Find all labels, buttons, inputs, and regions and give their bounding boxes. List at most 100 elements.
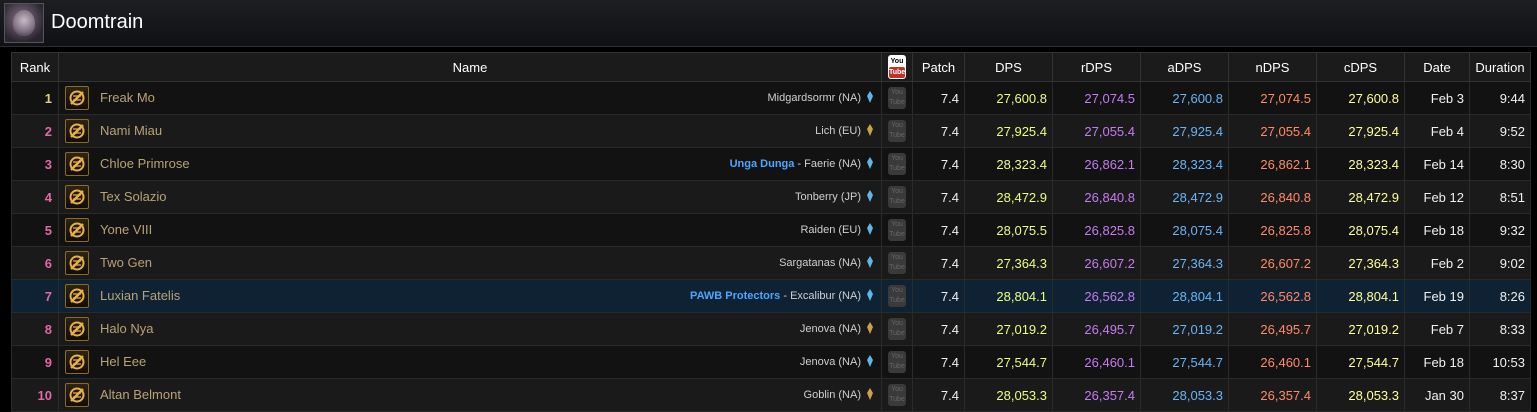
youtube-cell[interactable]: You Tube bbox=[881, 246, 913, 280]
table-row[interactable]: 3 Chloe Primrose Unga Dunga - Faerie (NA) Y… bbox=[11, 147, 1531, 181]
player-name-link[interactable]: Hel Eee bbox=[100, 354, 146, 369]
table-row[interactable]: 7 Luxian Fatelis PAWB Protectors - Excalib… bbox=[11, 279, 1531, 313]
youtube-cell[interactable]: You Tube bbox=[881, 378, 913, 412]
table-row[interactable]: 6 Two Gen Sargatanas (NA) You Tube 7.4 27,364.… bbox=[11, 246, 1531, 280]
column-header-rdps[interactable]: rDPS bbox=[1052, 52, 1141, 82]
youtube-cell[interactable]: You Tube bbox=[881, 180, 913, 214]
server-info: Sargatanas (NA) bbox=[779, 256, 873, 269]
youtube-cell[interactable]: You Tube bbox=[881, 312, 913, 346]
youtube-cell[interactable]: You Tube bbox=[881, 147, 913, 181]
rank-cell: 6 bbox=[11, 246, 59, 280]
dps-cell: 28,053.3 bbox=[964, 378, 1053, 412]
date-cell: Jan 30 bbox=[1404, 378, 1470, 412]
dps-cell: 27,925.4 bbox=[964, 114, 1053, 148]
column-header-name[interactable]: Name bbox=[58, 52, 882, 82]
player-name-link[interactable]: Freak Mo bbox=[100, 90, 155, 105]
youtube-cell[interactable]: You Tube bbox=[881, 279, 913, 313]
ndps-cell: 27,074.5 bbox=[1228, 81, 1317, 115]
youtube-icon[interactable]: You Tube bbox=[888, 219, 906, 241]
cdps-cell: 27,019.2 bbox=[1316, 312, 1405, 346]
table-row[interactable]: 4 Tex Solazio Tonberry (JP) You Tube 7.4 28,47… bbox=[11, 180, 1531, 214]
server-name: Raiden (EU) bbox=[800, 224, 861, 236]
player-name-link[interactable]: Nami Miau bbox=[100, 123, 162, 138]
cdps-cell: 28,804.1 bbox=[1316, 279, 1405, 313]
encounter-header: Doomtrain bbox=[0, 0, 1537, 47]
column-header-patch[interactable]: Patch bbox=[912, 52, 965, 82]
dps-cell: 28,472.9 bbox=[964, 180, 1053, 214]
player-name-link[interactable]: Yone VIII bbox=[100, 222, 152, 237]
youtube-cell[interactable]: You Tube bbox=[881, 345, 913, 379]
data-center-crystal-icon bbox=[867, 289, 873, 301]
table-row[interactable]: 10 Altan Belmont Goblin (NA) You Tube 7.4 28,0… bbox=[11, 378, 1531, 412]
monk-job-icon bbox=[65, 284, 89, 308]
server-info: Midgardsormr (NA) bbox=[767, 91, 873, 104]
youtube-icon[interactable]: You Tube bbox=[888, 186, 906, 208]
player-cell[interactable]: Hel Eee Jenova (NA) bbox=[58, 345, 882, 379]
player-cell[interactable]: Halo Nya Jenova (NA) bbox=[58, 312, 882, 346]
table-row[interactable]: 9 Hel Eee Jenova (NA) You Tube 7.4 27,544.7 26,… bbox=[11, 345, 1531, 379]
server-info: Raiden (EU) bbox=[800, 223, 873, 236]
youtube-icon[interactable]: You Tube bbox=[888, 153, 906, 175]
column-header-rank[interactable]: Rank bbox=[11, 52, 59, 82]
youtube-icon[interactable]: You Tube bbox=[888, 384, 906, 406]
player-name-link[interactable]: Two Gen bbox=[100, 255, 152, 270]
guild-link[interactable]: Unga Dunga bbox=[730, 158, 795, 170]
player-cell[interactable]: Two Gen Sargatanas (NA) bbox=[58, 246, 882, 280]
monk-job-icon bbox=[69, 189, 85, 205]
table-row[interactable]: 1 Freak Mo Midgardsormr (NA) You Tube 7.4 27,6… bbox=[11, 81, 1531, 115]
ndps-cell: 26,460.1 bbox=[1228, 345, 1317, 379]
player-name-link[interactable]: Tex Solazio bbox=[100, 189, 166, 204]
player-cell[interactable]: Nami Miau Lich (EU) bbox=[58, 114, 882, 148]
youtube-icon[interactable]: You Tube bbox=[888, 351, 906, 373]
youtube-icon[interactable]: You Tube bbox=[888, 252, 906, 274]
data-center-crystal-icon bbox=[867, 388, 873, 400]
rank-cell: 3 bbox=[11, 147, 59, 181]
youtube-cell[interactable]: You Tube bbox=[881, 114, 913, 148]
column-header-date[interactable]: Date bbox=[1404, 52, 1470, 82]
server-info: Lich (EU) bbox=[815, 124, 873, 137]
table-row[interactable]: 8 Halo Nya Jenova (NA) You Tube 7.4 27,019.2 26… bbox=[11, 312, 1531, 346]
youtube-cell[interactable]: You Tube bbox=[881, 81, 913, 115]
column-header-duration[interactable]: Duration bbox=[1469, 52, 1531, 82]
youtube-icon[interactable]: You Tube bbox=[888, 318, 906, 340]
youtube-icon[interactable]: You Tube bbox=[888, 120, 906, 142]
monk-job-icon bbox=[65, 317, 89, 341]
patch-cell: 7.4 bbox=[912, 246, 965, 280]
table-row[interactable]: 5 Yone VIII Raiden (EU) You Tube 7.4 28,075.5 2… bbox=[11, 213, 1531, 247]
youtube-icon[interactable]: You Tube bbox=[888, 285, 906, 307]
date-cell: Feb 2 bbox=[1404, 246, 1470, 280]
player-name-link[interactable]: Chloe Primrose bbox=[100, 156, 190, 171]
player-name-link[interactable]: Halo Nya bbox=[100, 321, 153, 336]
youtube-icon[interactable]: You Tube bbox=[888, 87, 906, 109]
player-cell[interactable]: Freak Mo Midgardsormr (NA) bbox=[58, 81, 882, 115]
player-name-link[interactable]: Altan Belmont bbox=[100, 387, 181, 402]
server-name: Jenova (NA) bbox=[799, 356, 861, 368]
rank-cell: 7 bbox=[11, 279, 59, 313]
player-cell[interactable]: Luxian Fatelis PAWB Protectors - Excalibu… bbox=[58, 279, 882, 313]
player-cell[interactable]: Altan Belmont Goblin (NA) bbox=[58, 378, 882, 412]
player-name-link[interactable]: Luxian Fatelis bbox=[100, 288, 180, 303]
youtube-cell[interactable]: You Tube bbox=[881, 213, 913, 247]
ndps-cell: 26,840.8 bbox=[1228, 180, 1317, 214]
dps-cell: 27,364.3 bbox=[964, 246, 1053, 280]
monk-job-icon bbox=[69, 387, 85, 403]
player-cell[interactable]: Yone VIII Raiden (EU) bbox=[58, 213, 882, 247]
duration-cell: 8:37 bbox=[1469, 378, 1531, 412]
monk-job-icon bbox=[65, 218, 89, 242]
player-cell[interactable]: Chloe Primrose Unga Dunga - Faerie (NA) bbox=[58, 147, 882, 181]
column-header-adps[interactable]: aDPS bbox=[1140, 52, 1229, 82]
table-row[interactable]: 2 Nami Miau Lich (EU) You Tube 7.4 27,925.4 27,… bbox=[11, 114, 1531, 148]
monk-job-icon bbox=[65, 251, 89, 275]
player-cell[interactable]: Tex Solazio Tonberry (JP) bbox=[58, 180, 882, 214]
monk-job-icon bbox=[65, 86, 89, 110]
guild-link[interactable]: PAWB Protectors bbox=[690, 290, 780, 302]
column-header-dps[interactable]: DPS bbox=[964, 52, 1053, 82]
rank-cell: 1 bbox=[11, 81, 59, 115]
patch-cell: 7.4 bbox=[912, 378, 965, 412]
column-header-cdps[interactable]: cDPS bbox=[1316, 52, 1405, 82]
monk-job-icon bbox=[69, 156, 85, 172]
server-info: Goblin (NA) bbox=[804, 388, 873, 401]
rank-cell: 2 bbox=[11, 114, 59, 148]
table-header-row: Rank Name You Tube Patch DPS rDPS aDPS nD… bbox=[11, 52, 1531, 82]
column-header-ndps[interactable]: nDPS bbox=[1228, 52, 1317, 82]
